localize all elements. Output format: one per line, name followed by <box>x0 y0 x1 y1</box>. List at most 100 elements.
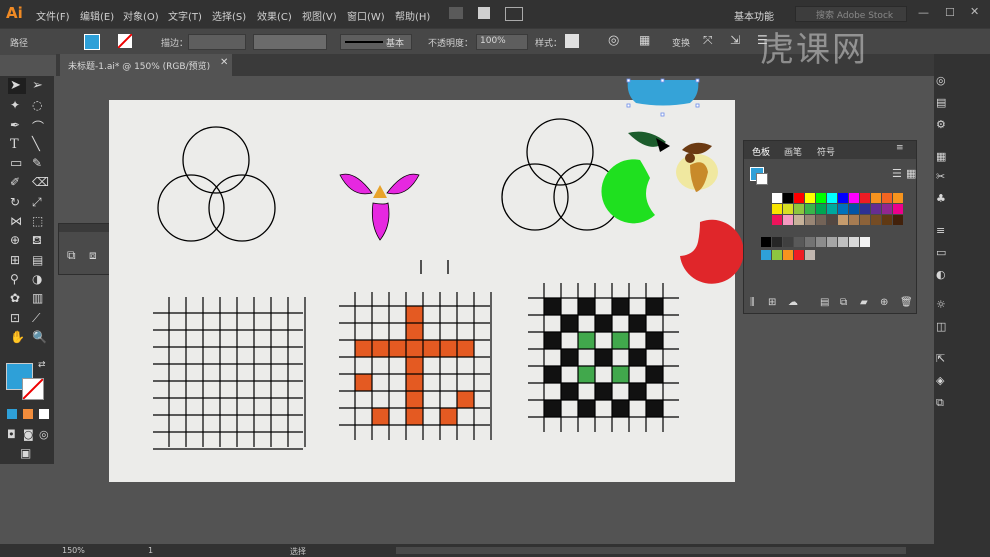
color-swatch[interactable] <box>849 237 859 247</box>
graphic-styles-icon[interactable]: ◫ <box>936 320 954 336</box>
cloud-library-icon[interactable]: ☁ <box>788 297 798 308</box>
trefoil-petal[interactable] <box>339 173 373 195</box>
color-swatch[interactable] <box>893 204 903 214</box>
brushes-panel-icon[interactable]: ✂ <box>936 170 954 186</box>
color-swatch[interactable] <box>805 204 815 214</box>
trefoil-shape[interactable] <box>339 173 420 241</box>
color-swatch[interactable] <box>871 204 881 214</box>
export-icon[interactable]: ⇱ <box>936 352 954 368</box>
color-swatch[interactable] <box>794 237 804 247</box>
color-swatch[interactable] <box>893 193 903 203</box>
color-swatch[interactable] <box>882 193 892 203</box>
red-bite-circle[interactable] <box>680 219 744 284</box>
venn-circle[interactable] <box>157 174 225 242</box>
color-swatch[interactable] <box>871 193 881 203</box>
zoom-level[interactable]: 150% <box>62 546 85 555</box>
trefoil-center[interactable] <box>373 185 387 198</box>
color-swatch[interactable] <box>816 237 826 247</box>
panel-menu-icon[interactable]: ≡ <box>896 143 904 153</box>
line-grid-left[interactable] <box>153 297 306 450</box>
symbols-panel-icon[interactable]: ♣ <box>936 192 954 208</box>
gradient-panel-icon[interactable]: ▭ <box>936 246 954 262</box>
libraries-icon[interactable]: ◎ <box>936 74 954 90</box>
color-swatch[interactable] <box>860 193 870 203</box>
cross-grid[interactable] <box>339 292 492 440</box>
color-swatch[interactable] <box>838 237 848 247</box>
tab-symbols[interactable]: 符号 <box>817 145 835 158</box>
color-swatch[interactable] <box>816 204 826 214</box>
color-swatch[interactable] <box>772 193 782 203</box>
color-swatch[interactable] <box>849 215 859 225</box>
new-color-group-icon[interactable]: ⧉ <box>840 297 847 308</box>
thumbnail-view-icon[interactable]: ▦ <box>906 167 916 180</box>
swatch-library-icon[interactable]: ⫼ <box>750 297 755 308</box>
swatches-panel-icon[interactable]: ▦ <box>936 150 954 166</box>
color-swatch[interactable] <box>882 215 892 225</box>
artboard-number[interactable]: 1 <box>148 546 153 555</box>
properties-icon[interactable]: ▤ <box>936 96 954 112</box>
color-swatch[interactable] <box>794 204 804 214</box>
layers-panel-icon[interactable]: ◈ <box>936 374 954 390</box>
color-swatch[interactable] <box>816 215 826 225</box>
color-swatch[interactable] <box>838 193 848 203</box>
color-swatch[interactable] <box>783 193 793 203</box>
list-view-icon[interactable]: ☰ <box>892 167 902 180</box>
fruit-brown-cap[interactable] <box>682 142 712 155</box>
color-swatch[interactable] <box>794 193 804 203</box>
show-kinds-icon[interactable]: ⊞ <box>768 297 776 308</box>
color-swatch[interactable] <box>772 215 782 225</box>
artboards-panel-icon[interactable]: ⧉ <box>936 396 954 412</box>
color-swatch[interactable] <box>816 193 826 203</box>
color-swatch[interactable] <box>783 237 793 247</box>
color-swatch[interactable] <box>772 237 782 247</box>
venn-circle[interactable] <box>182 126 250 194</box>
new-swatch-icon[interactable]: ⊕ <box>880 297 888 308</box>
stroke-panel-icon[interactable]: ≡ <box>936 224 954 240</box>
venn-circles-left[interactable] <box>157 126 276 242</box>
color-swatch[interactable] <box>783 204 793 214</box>
recolor-panel-icon[interactable]: ⚙ <box>936 118 954 134</box>
color-swatch[interactable] <box>882 204 892 214</box>
color-swatch[interactable] <box>761 237 771 247</box>
color-swatch[interactable] <box>805 250 815 260</box>
color-swatch[interactable] <box>783 215 793 225</box>
venn-circles-right[interactable] <box>501 118 621 231</box>
color-swatch[interactable] <box>761 250 771 260</box>
color-swatch[interactable] <box>805 215 815 225</box>
green-bite-circle[interactable] <box>601 159 655 224</box>
trefoil-petal[interactable] <box>386 173 420 195</box>
color-swatch[interactable] <box>783 250 793 260</box>
color-swatch[interactable] <box>772 204 782 214</box>
color-swatch[interactable] <box>893 215 903 225</box>
color-swatch[interactable] <box>827 215 837 225</box>
color-swatch[interactable] <box>871 215 881 225</box>
horizontal-scrollbar[interactable] <box>396 547 906 554</box>
color-swatch[interactable] <box>794 250 804 260</box>
new-group-folder-icon[interactable]: ▰ <box>860 297 868 308</box>
color-swatch[interactable] <box>827 237 837 247</box>
appearance-panel-icon[interactable]: ☼ <box>936 298 954 314</box>
color-swatch[interactable] <box>827 204 837 214</box>
color-swatch[interactable] <box>849 193 859 203</box>
color-swatch[interactable] <box>827 193 837 203</box>
color-swatch[interactable] <box>860 215 870 225</box>
swatch-options-icon[interactable]: ▤ <box>820 297 829 308</box>
trefoil-petal[interactable] <box>371 202 390 241</box>
tab-swatches[interactable]: 色板 <box>752 145 770 158</box>
transparency-panel-icon[interactable]: ◐ <box>936 268 954 284</box>
color-swatch[interactable] <box>805 237 815 247</box>
color-swatch[interactable] <box>849 204 859 214</box>
tab-brushes[interactable]: 画笔 <box>784 145 802 158</box>
delete-swatch-icon[interactable]: 🗑 <box>900 297 913 308</box>
checkerboard-grid[interactable] <box>528 283 679 432</box>
stroke-swatch-indicator[interactable] <box>756 173 768 185</box>
color-swatch[interactable] <box>860 204 870 214</box>
color-swatch[interactable] <box>838 204 848 214</box>
color-swatch[interactable] <box>860 237 870 247</box>
blue-tab-shape[interactable] <box>627 80 699 106</box>
color-swatch[interactable] <box>772 250 782 260</box>
color-swatch[interactable] <box>838 215 848 225</box>
color-swatch[interactable] <box>805 193 815 203</box>
venn-circle[interactable] <box>208 174 276 242</box>
color-swatch[interactable] <box>794 215 804 225</box>
